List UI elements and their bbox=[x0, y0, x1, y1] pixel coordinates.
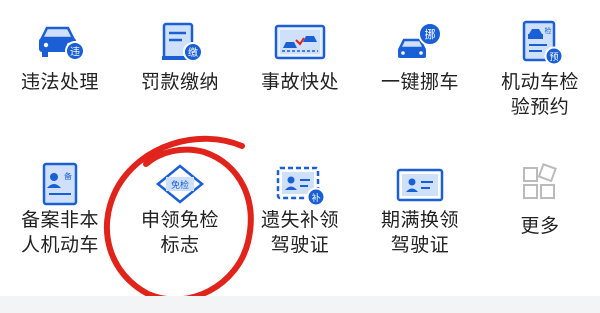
car-violation-icon: 违 bbox=[32, 18, 88, 66]
grid-item-label: 遗失补领 驾驶证 bbox=[260, 209, 339, 256]
accident-icon bbox=[272, 18, 328, 66]
grid-item-renew-license[interactable]: 期满换领 驾驶证 bbox=[360, 150, 480, 300]
badge-text: 缴 bbox=[188, 46, 198, 59]
grid-item-violation[interactable]: 违 违法处理 bbox=[0, 0, 120, 150]
grid-item-label: 事故快处 bbox=[260, 71, 339, 93]
grid-item-label: 机动车检 验预约 bbox=[500, 71, 579, 118]
grid-item-exemption-label[interactable]: 免检 申领免检 标志 bbox=[120, 150, 240, 300]
exemption-label-icon: 免检 bbox=[152, 160, 208, 208]
grid-item-label: 违法处理 bbox=[20, 71, 99, 93]
fine-payment-icon: 缴 bbox=[152, 18, 208, 66]
grid-item-label: 罚款缴纳 bbox=[140, 71, 219, 93]
renew-license-icon bbox=[392, 160, 448, 208]
badge-text: 违 bbox=[70, 46, 80, 58]
grid-item-label: 一键挪车 bbox=[380, 71, 459, 93]
svg-text:检: 检 bbox=[545, 26, 552, 35]
grid-item-label: 申领免检 标志 bbox=[140, 209, 219, 256]
badge-text: 免检 bbox=[171, 179, 189, 191]
badge-text: 补 bbox=[311, 192, 320, 204]
grid-item-label: 期满换领 驾驶证 bbox=[380, 209, 459, 256]
grid-item-accident[interactable]: 事故快处 bbox=[240, 0, 360, 150]
more-grid-icon bbox=[512, 160, 568, 208]
grid-item-fine-payment[interactable]: 缴 罚款缴纳 bbox=[120, 0, 240, 150]
grid-item-register-vehicle[interactable]: 备 备案非本 人机动车 bbox=[0, 150, 120, 300]
grid-item-more[interactable]: 更多 bbox=[480, 150, 600, 300]
move-car-icon: 挪 bbox=[392, 18, 448, 66]
grid-item-label: 备案非本 人机动车 bbox=[20, 209, 99, 256]
grid-item-replace-license[interactable]: 补 遗失补领 驾驶证 bbox=[240, 150, 360, 300]
grid-item-inspection-booking[interactable]: 检 预 机动车检 验预约 bbox=[480, 0, 600, 150]
bottom-strip bbox=[0, 296, 600, 313]
grid-item-move-car[interactable]: 挪 一键挪车 bbox=[360, 0, 480, 150]
badge-text: 挪 bbox=[425, 27, 436, 41]
grid-item-label: 更多 bbox=[520, 215, 560, 237]
replace-license-icon: 补 bbox=[272, 160, 328, 208]
register-vehicle-icon: 备 bbox=[32, 160, 88, 208]
svg-text:备: 备 bbox=[64, 171, 72, 181]
inspection-booking-icon: 检 预 bbox=[512, 18, 568, 66]
badge-text: 预 bbox=[549, 52, 558, 63]
